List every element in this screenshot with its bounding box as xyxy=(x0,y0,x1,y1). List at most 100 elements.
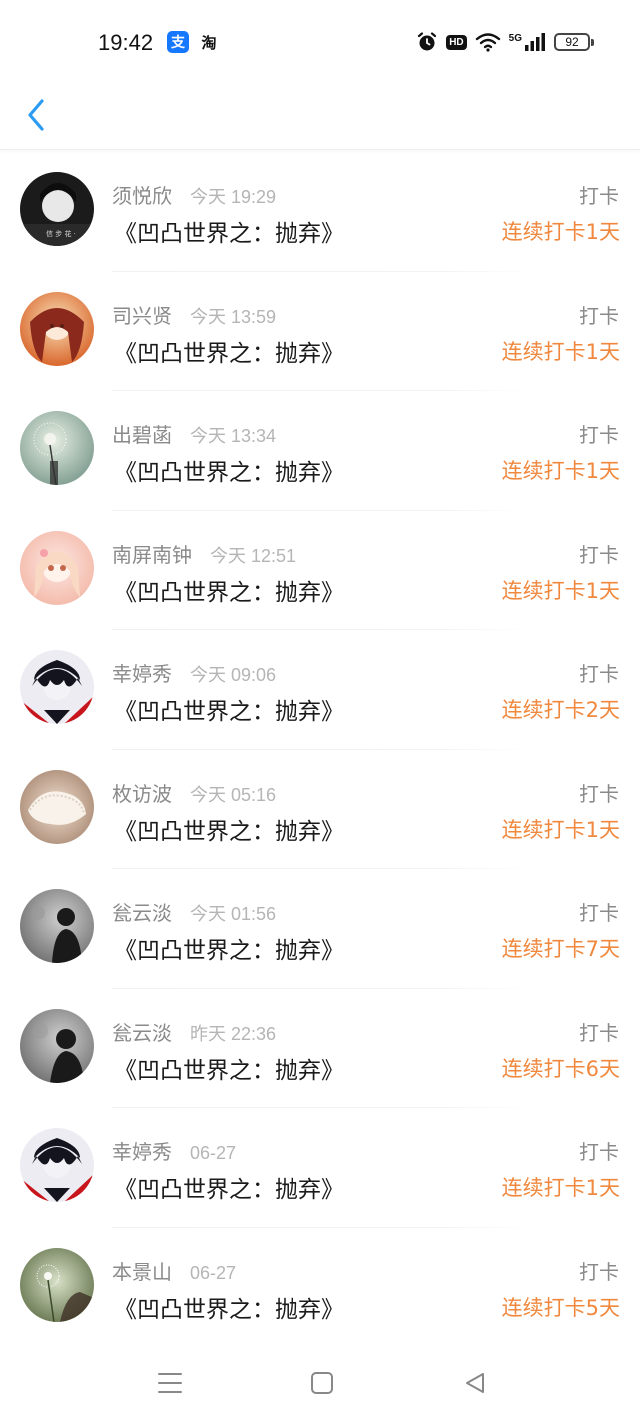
user-name-line: 枚访波 今天 05:16 xyxy=(112,778,276,807)
book-title[interactable]: 《凹凸世界之：抛弃》 xyxy=(114,573,344,607)
taobao-icon: 淘 xyxy=(201,33,217,52)
alarm-clock-icon xyxy=(416,31,438,53)
user-avatar[interactable] xyxy=(20,1247,94,1322)
user-name-line: 须悦欣 今天 19:29 xyxy=(112,180,276,209)
book-title[interactable]: 《凹凸世界之：抛弃》 xyxy=(114,214,344,248)
book-title[interactable]: 《凹凸世界之：抛弃》 xyxy=(114,1290,344,1324)
book-title[interactable]: 《凹凸世界之：抛弃》 xyxy=(114,931,344,965)
network-type-label: 5G xyxy=(508,32,522,44)
checkin-time: 今天 13:59 xyxy=(190,306,277,327)
checkin-row[interactable]: 南屏南钟 今天 12:51 《凹凸世界之：抛弃》 打卡 连续打卡1天 xyxy=(0,511,640,630)
checkin-action-label: 打卡 xyxy=(579,901,619,925)
book-title[interactable]: 《凹凸世界之：抛弃》 xyxy=(114,812,344,846)
cellular-signal-icon: 5G xyxy=(509,32,546,52)
user-avatar[interactable] xyxy=(20,769,94,844)
streak-label: 连续打卡1天 xyxy=(501,339,620,364)
user-name[interactable]: 瓮云淡 xyxy=(112,1021,172,1045)
user-name-line: 本景山 06-27 xyxy=(112,1256,236,1285)
user-avatar[interactable] xyxy=(20,411,94,485)
checkin-row[interactable]: 司兴贤 今天 13:59 《凹凸世界之：抛弃》 打卡 连续打卡1天 xyxy=(0,272,640,391)
checkin-row[interactable]: 出碧菡 今天 13:34 《凹凸世界之：抛弃》 打卡 连续打卡1天 xyxy=(0,391,640,511)
checkin-time: 昨天 22:36 xyxy=(190,1023,277,1044)
svg-text:信 步 花 ·: 信 步 花 · xyxy=(46,229,76,238)
recent-apps-button[interactable] xyxy=(150,1368,190,1398)
checkin-row[interactable]: 瓮云淡 昨天 22:36 《凹凸世界之：抛弃》 打卡 连续打卡6天 xyxy=(0,989,640,1108)
streak-label: 连续打卡6天 xyxy=(501,1056,620,1081)
checkin-time: 今天 13:34 xyxy=(190,426,277,446)
user-avatar[interactable] xyxy=(20,1128,94,1202)
user-name[interactable]: 出碧菡 xyxy=(112,423,172,447)
checkin-action-label: 打卡 xyxy=(579,662,619,686)
user-avatar[interactable] xyxy=(20,889,94,963)
user-name-line: 幸婷秀 06-27 xyxy=(112,1136,236,1165)
user-avatar[interactable] xyxy=(20,530,94,605)
checkin-action-label: 打卡 xyxy=(579,542,619,567)
checkin-row[interactable]: 本景山 06-27 《凹凸世界之：抛弃》 打卡 连续打卡5天 xyxy=(0,1228,640,1347)
checkin-action-label: 打卡 xyxy=(579,1140,619,1164)
checkin-list: 信 步 花 · 须悦欣 今天 19:29 《凹凸世界之：抛弃》 打卡 连续打卡1天… xyxy=(0,152,640,1347)
checkin-action-label: 打卡 xyxy=(579,184,619,208)
user-name[interactable]: 须悦欣 xyxy=(112,184,172,208)
checkin-time: 今天 01:56 xyxy=(190,904,277,924)
user-name-line: 幸婷秀 今天 09:06 xyxy=(112,658,276,687)
user-name-line: 出碧菡 今天 13:34 xyxy=(112,419,276,448)
checkin-time: 06-27 xyxy=(190,1262,237,1283)
book-title[interactable]: 《凹凸世界之：抛弃》 xyxy=(114,334,344,368)
user-name[interactable]: 南屏南钟 xyxy=(112,543,192,567)
streak-label: 连续打卡7天 xyxy=(501,937,620,961)
streak-label: 连续打卡2天 xyxy=(501,698,620,722)
user-name[interactable]: 瓮云淡 xyxy=(112,901,172,925)
user-avatar[interactable] xyxy=(20,291,94,366)
streak-label: 连续打卡1天 xyxy=(501,220,620,244)
system-back-button[interactable] xyxy=(455,1368,495,1398)
checkin-time: 今天 12:51 xyxy=(210,545,297,566)
battery-level: 92 xyxy=(554,33,590,51)
streak-label: 连续打卡1天 xyxy=(501,578,620,603)
chevron-left-icon xyxy=(28,99,44,131)
streak-label: 连续打卡1天 xyxy=(501,459,620,483)
streak-label: 连续打卡5天 xyxy=(501,1295,620,1320)
checkin-row[interactable]: 信 步 花 · 须悦欣 今天 19:29 《凹凸世界之：抛弃》 打卡 连续打卡1天 xyxy=(0,152,640,272)
user-name[interactable]: 枚访波 xyxy=(112,782,172,806)
book-title[interactable]: 《凹凸世界之：抛弃》 xyxy=(114,453,344,487)
back-triangle-icon xyxy=(466,1373,484,1393)
menu-icon xyxy=(158,1373,182,1393)
hd-voice-icon: HD xyxy=(446,34,467,50)
checkin-time: 今天 19:29 xyxy=(190,187,277,207)
alipay-icon: 支 xyxy=(167,31,189,53)
system-nav-bar xyxy=(0,1344,640,1422)
book-title[interactable]: 《凹凸世界之：抛弃》 xyxy=(114,1170,344,1204)
status-time: 19:42 xyxy=(98,30,154,55)
status-indicators: HD 5G 92 xyxy=(416,30,594,54)
checkin-row[interactable]: 枚访波 今天 05:16 《凹凸世界之：抛弃》 打卡 连续打卡1天 xyxy=(0,750,640,869)
user-name[interactable]: 本景山 xyxy=(112,1260,172,1284)
user-name-line: 瓮云淡 昨天 22:36 xyxy=(112,1017,276,1046)
checkin-row[interactable]: 瓮云淡 今天 01:56 《凹凸世界之：抛弃》 打卡 连续打卡7天 xyxy=(0,869,640,989)
book-title[interactable]: 《凹凸世界之：抛弃》 xyxy=(114,1051,344,1085)
user-name[interactable]: 幸婷秀 xyxy=(112,662,172,686)
checkin-action-label: 打卡 xyxy=(579,303,619,328)
home-square-icon xyxy=(311,1372,333,1394)
checkin-action-label: 打卡 xyxy=(579,423,619,447)
user-avatar[interactable]: 信 步 花 · xyxy=(20,172,94,246)
user-name-line: 南屏南钟 今天 12:51 xyxy=(112,539,296,568)
top-nav-bar xyxy=(0,86,640,150)
user-name-line: 司兴贤 今天 13:59 xyxy=(112,300,276,329)
streak-label: 连续打卡1天 xyxy=(501,817,620,842)
checkin-action-label: 打卡 xyxy=(579,1259,619,1284)
user-avatar[interactable] xyxy=(20,650,94,724)
book-title[interactable]: 《凹凸世界之：抛弃》 xyxy=(114,692,344,726)
checkin-row[interactable]: 幸婷秀 06-27 《凹凸世界之：抛弃》 打卡 连续打卡1天 xyxy=(0,1108,640,1228)
battery-icon: 92 xyxy=(554,33,594,51)
user-name[interactable]: 幸婷秀 xyxy=(112,1140,172,1164)
checkin-action-label: 打卡 xyxy=(579,781,619,806)
streak-label: 连续打卡1天 xyxy=(501,1176,620,1200)
user-name-line: 瓮云淡 今天 01:56 xyxy=(112,897,276,926)
checkin-time: 今天 05:16 xyxy=(190,784,277,805)
back-button[interactable] xyxy=(18,96,54,136)
user-name[interactable]: 司兴贤 xyxy=(112,304,172,328)
checkin-row[interactable]: 幸婷秀 今天 09:06 《凹凸世界之：抛弃》 打卡 连续打卡2天 xyxy=(0,630,640,750)
user-avatar[interactable] xyxy=(20,1008,94,1083)
checkin-time: 今天 09:06 xyxy=(190,665,277,685)
home-button[interactable] xyxy=(302,1368,342,1398)
